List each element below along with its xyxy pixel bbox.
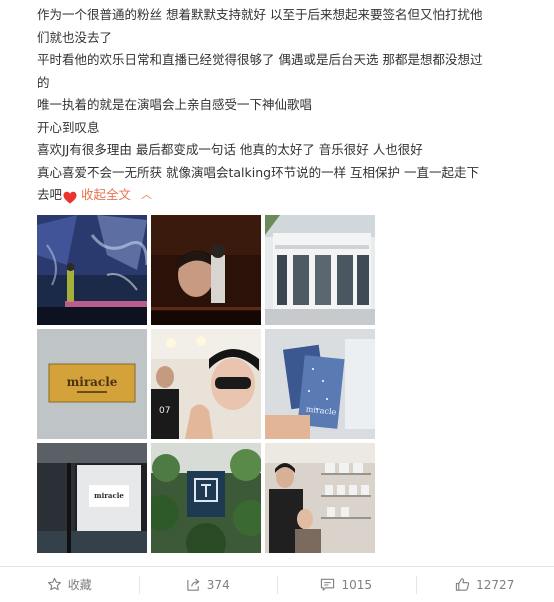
repost-count: 374 [207, 578, 230, 592]
jersey-number: 07 [159, 406, 170, 416]
post-line: 们就也没去了 [37, 27, 542, 50]
photo-singer-screen[interactable] [151, 215, 261, 325]
post-line: 去吧 [37, 184, 62, 207]
photo-grid: miracle 07 [37, 215, 377, 555]
post-last-line: 去吧 收起全文 ︿ [37, 184, 542, 207]
share-icon [186, 577, 201, 592]
repost-button[interactable]: 374 [139, 567, 278, 602]
photo-store-front[interactable]: miracle [37, 443, 147, 553]
photo-selfie[interactable]: 07 [151, 329, 261, 439]
favorite-button[interactable]: 收藏 [0, 567, 139, 602]
like-count: 12727 [476, 578, 514, 592]
post-line: 的 [37, 72, 542, 95]
post-line: 平时看他的欢乐日常和直播已经觉得很够了 偶遇或是后台天选 那都是想都没想过 [37, 49, 542, 72]
post-line: 开心到叹息 [37, 117, 542, 140]
post-line: 作为一个很普通的粉丝 想着默默支持就好 以至于后来想起来要签名但又怕打扰他 [37, 4, 542, 27]
store-sign-text: miracle [94, 491, 124, 500]
post-text: 作为一个很普通的粉丝 想着默默支持就好 以至于后来想起来要签名但又怕打扰他 们就… [37, 4, 542, 207]
collapse-full-text-link[interactable]: 收起全文 [81, 184, 131, 207]
photo-miracle-sign[interactable]: miracle [37, 329, 147, 439]
comment-icon [320, 577, 335, 592]
comment-button[interactable]: 1015 [277, 567, 416, 602]
sign-text: miracle [67, 375, 118, 389]
post-line: 喜欢JJ有很多理由 最后都变成一句话 他真的太好了 音乐很好 人也很好 [37, 139, 542, 162]
red-heart-icon [63, 189, 77, 202]
photo-building[interactable] [265, 215, 375, 325]
photo-shop-interior[interactable] [265, 443, 375, 553]
comment-count: 1015 [341, 578, 372, 592]
photo-concert-stage[interactable] [37, 215, 147, 325]
photo-blue-cards[interactable]: miracle [265, 329, 375, 439]
star-icon [47, 577, 62, 592]
chevron-up-icon[interactable]: ︿ [141, 184, 152, 207]
action-bar: 收藏 374 1015 12727 [0, 566, 554, 602]
photo-plants-logo[interactable] [151, 443, 261, 553]
favorite-label: 收藏 [68, 576, 92, 593]
thumbs-up-icon [455, 577, 470, 592]
post-line: 真心喜爱不会一无所获 就像演唱会talking环节说的一样 互相保护 一直一起走… [37, 162, 542, 185]
post-line: 唯一执着的就是在演唱会上亲自感受一下神仙歌唱 [37, 94, 542, 117]
like-button[interactable]: 12727 [416, 567, 554, 602]
